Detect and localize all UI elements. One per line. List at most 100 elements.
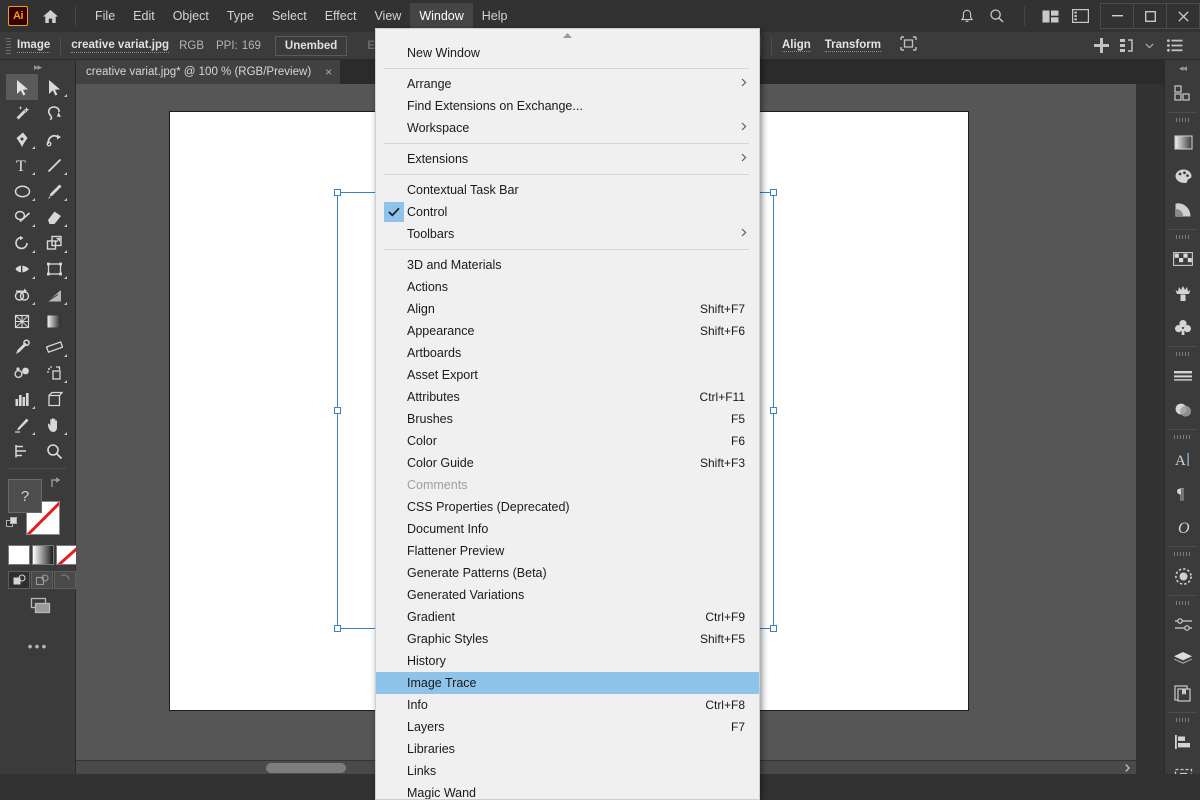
menu-item-css-properties-deprecated[interactable]: CSS Properties (Deprecated) — [376, 496, 759, 518]
zoom-tool[interactable] — [38, 438, 70, 464]
gradient-panel-icon[interactable] — [1165, 125, 1200, 159]
print-tiling-tool[interactable] — [6, 438, 38, 464]
free-transform-tool[interactable] — [38, 256, 70, 282]
dock-group-grip[interactable] — [1165, 115, 1200, 125]
hand-tool[interactable] — [38, 412, 70, 438]
menu-item-layers[interactable]: Layers F7 — [376, 716, 759, 738]
ellipse-tool[interactable] — [6, 178, 38, 204]
menu-item-generate-patterns-beta[interactable]: Generate Patterns (Beta) — [376, 562, 759, 584]
menu-type[interactable]: Type — [218, 3, 263, 29]
pen-tool[interactable] — [6, 126, 38, 152]
slice-tool[interactable] — [6, 412, 38, 438]
dock-group-grip-5[interactable] — [1165, 549, 1200, 559]
menu-item-contextual-task-bar[interactable]: Contextual Task Bar — [376, 179, 759, 201]
bell-icon[interactable] — [952, 0, 982, 32]
document-tab[interactable]: creative variat.jpg* @ 100 % (RGB/Previe… — [76, 60, 342, 84]
menu-file[interactable]: File — [86, 3, 124, 29]
scale-tool[interactable] — [38, 230, 70, 256]
align-center-icon[interactable] — [1088, 38, 1114, 53]
menu-view[interactable]: View — [365, 3, 410, 29]
dock-group-grip-3[interactable] — [1165, 349, 1200, 359]
menu-edit[interactable]: Edit — [124, 3, 164, 29]
rotate-tool[interactable] — [6, 230, 38, 256]
menu-item-control[interactable]: Control — [376, 201, 759, 223]
dock-group-grip-6[interactable] — [1165, 598, 1200, 608]
menu-item-align[interactable]: Align Shift+F7 — [376, 298, 759, 320]
menu-item-libraries[interactable]: Libraries — [376, 738, 759, 760]
change-screen-mode-icon[interactable] — [0, 589, 76, 623]
menu-item-image-trace[interactable]: Image Trace — [376, 672, 759, 694]
gradient-tool[interactable] — [38, 308, 70, 334]
draw-behind[interactable] — [31, 571, 53, 589]
selection-handle-tl[interactable] — [334, 189, 341, 196]
type-tool[interactable]: T — [6, 152, 38, 178]
direct-selection-tool[interactable] — [38, 74, 70, 100]
menu-item-brushes[interactable]: Brushes F5 — [376, 408, 759, 430]
symbols-panel-icon[interactable] — [1165, 310, 1200, 344]
menu-item-asset-export[interactable]: Asset Export — [376, 364, 759, 386]
draw-normal[interactable] — [8, 571, 30, 589]
expand-panels-icon[interactable]: ◂◂ — [1165, 60, 1200, 76]
swatches-panel-icon[interactable] — [1165, 242, 1200, 276]
magic-wand-tool[interactable] — [6, 100, 38, 126]
glyphs-panel-icon[interactable]: O — [1165, 510, 1200, 544]
selection-handle-tr[interactable] — [770, 189, 777, 196]
menu-item-flattener-preview[interactable]: Flattener Preview — [376, 540, 759, 562]
menu-item-document-info[interactable]: Document Info — [376, 518, 759, 540]
eraser-tool[interactable] — [38, 204, 70, 230]
color-panel-icon[interactable] — [1165, 159, 1200, 193]
menu-item-color-guide[interactable]: Color Guide Shift+F3 — [376, 452, 759, 474]
selection-handle-mr[interactable] — [770, 406, 777, 414]
symbol-sprayer-tool[interactable] — [38, 360, 70, 386]
menu-item-graphic-styles[interactable]: Graphic Styles Shift+F5 — [376, 628, 759, 650]
menu-item-new-window[interactable]: New Window — [376, 42, 759, 64]
home-icon[interactable] — [37, 3, 63, 29]
chevron-down-icon[interactable] — [1140, 43, 1158, 49]
selection-handle-bl[interactable] — [334, 625, 341, 632]
collapse-panel-icon[interactable]: ▸▸ — [0, 60, 75, 74]
default-fill-stroke-icon[interactable] — [6, 517, 19, 530]
unembed-button[interactable]: Unembed — [274, 35, 348, 56]
control-bar-grip[interactable] — [6, 37, 11, 54]
shaper-tool[interactable] — [6, 204, 38, 230]
menu-item-extensions[interactable]: Extensions — [376, 148, 759, 170]
lasso-tool[interactable] — [38, 100, 70, 126]
menu-item-attributes[interactable]: Attributes Ctrl+F11 — [376, 386, 759, 408]
fill-swatch[interactable]: ? — [8, 479, 42, 513]
dock-group-grip-7[interactable] — [1165, 715, 1200, 725]
stroke-panel-icon[interactable] — [1165, 359, 1200, 393]
shape-builder-tool[interactable] — [6, 282, 38, 308]
horizontal-scroll-thumb[interactable] — [266, 763, 346, 773]
libraries-panel-icon[interactable] — [1165, 676, 1200, 710]
menu-item-find-extensions-on-exchange[interactable]: Find Extensions on Exchange... — [376, 95, 759, 117]
color-swatch-white[interactable] — [8, 545, 30, 565]
scroll-right-arrow[interactable] — [1120, 761, 1134, 775]
close-button[interactable] — [1166, 3, 1200, 29]
paintbrush-tool[interactable] — [38, 178, 70, 204]
menu-item-arrange[interactable]: Arrange — [376, 73, 759, 95]
none-swatch[interactable] — [56, 545, 78, 565]
menu-item-actions[interactable]: Actions — [376, 276, 759, 298]
selection-tool[interactable] — [6, 74, 38, 100]
menu-item-info[interactable]: Info Ctrl+F8 — [376, 694, 759, 716]
selection-handle-br[interactable] — [770, 625, 777, 632]
mesh-tool[interactable] — [6, 308, 38, 334]
arrange-documents-icon[interactable] — [1035, 0, 1065, 32]
search-icon[interactable] — [982, 0, 1012, 32]
appearance-panel-icon[interactable] — [1165, 559, 1200, 593]
artboard-tool[interactable] — [38, 386, 70, 412]
swap-fill-stroke-icon[interactable] — [50, 477, 64, 491]
edit-toolbar-icon[interactable]: ••• — [0, 633, 76, 659]
dock-group-grip-4[interactable] — [1165, 432, 1200, 442]
dock-group-grip-2[interactable] — [1165, 232, 1200, 242]
properties-panel-icon[interactable] — [1165, 76, 1200, 110]
menu-item-magic-wand[interactable]: Magic Wand — [376, 782, 759, 799]
window-menu-dropdown[interactable]: New Window Arrange Find Extensions on Exch… — [375, 28, 760, 800]
maximize-button[interactable] — [1133, 3, 1167, 29]
paragraph-panel-icon[interactable]: ¶ — [1165, 476, 1200, 510]
transform-link[interactable]: Transform — [824, 39, 881, 52]
menu-item-appearance[interactable]: Appearance Shift+F6 — [376, 320, 759, 342]
layers-panel-icon[interactable] — [1165, 642, 1200, 676]
menu-select[interactable]: Select — [263, 3, 316, 29]
menu-item-color[interactable]: Color F6 — [376, 430, 759, 452]
